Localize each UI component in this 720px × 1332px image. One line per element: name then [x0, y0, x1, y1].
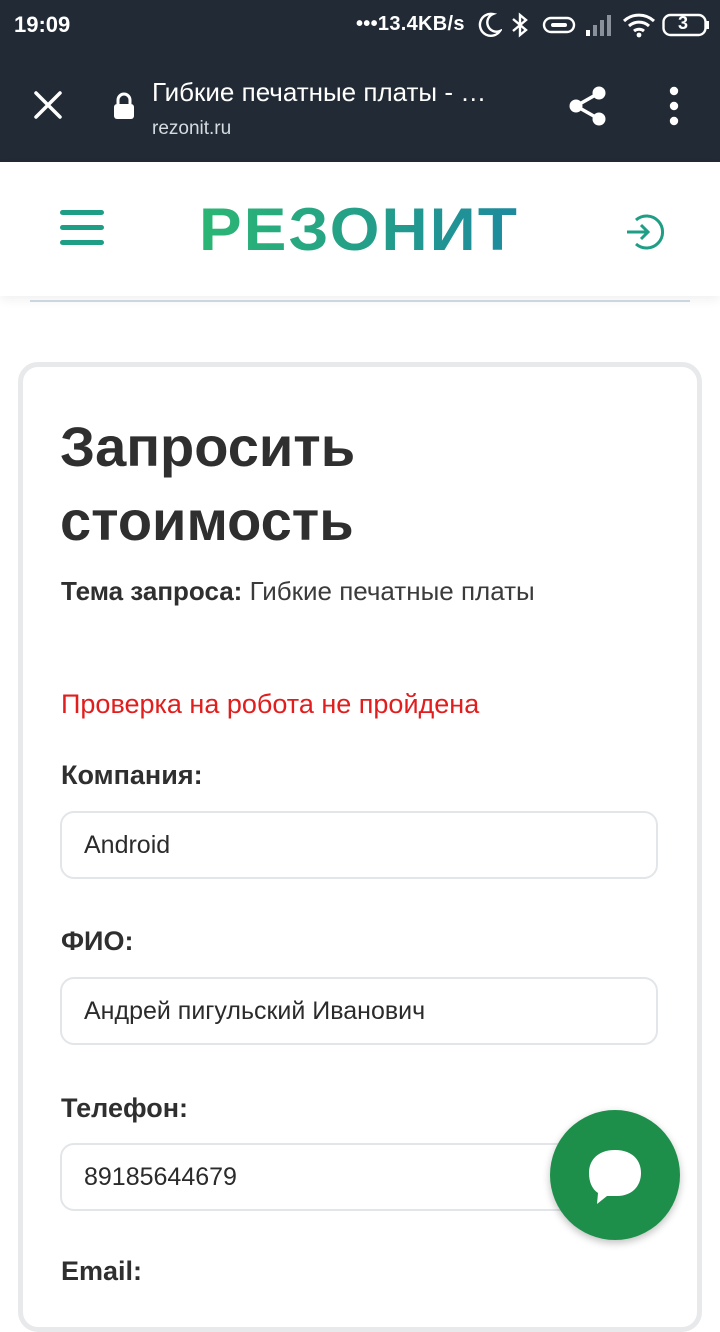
- header-divider: [30, 300, 690, 302]
- subject-value: Гибкие печатные платы: [249, 576, 535, 606]
- subject-label: Тема запроса:: [61, 576, 243, 606]
- close-icon: [34, 91, 62, 119]
- menu-icon: [60, 210, 104, 215]
- fullname-label: ФИО:: [61, 926, 134, 956]
- menu-icon-bar: [60, 225, 104, 230]
- battery-level: 3: [678, 13, 689, 33]
- login-icon: [627, 214, 665, 250]
- page-title: Запросить стоимость: [60, 415, 356, 552]
- wifi-icon: [622, 12, 656, 43]
- share-icon: [569, 86, 606, 126]
- captcha-error-message: Проверка на робота не пройдена: [61, 689, 480, 719]
- browser-toolbar: Гибкие печатные платы - … rezonit.ru: [0, 52, 720, 162]
- chat-button[interactable]: [550, 1110, 680, 1240]
- company-input[interactable]: [60, 811, 658, 879]
- site-header: РЕЗОНИТ: [0, 162, 720, 296]
- battery-icon: 3: [662, 13, 710, 42]
- menu-icon-bar: [60, 240, 104, 245]
- request-subject: Тема запроса: Гибкие печатные платы: [61, 576, 535, 607]
- phone-label: Телефон:: [61, 1093, 189, 1123]
- email-label: Email:: [61, 1256, 143, 1286]
- bluetooth-icon: [510, 12, 530, 43]
- login-button[interactable]: [622, 210, 666, 259]
- site-logo[interactable]: РЕЗОНИТ: [197, 196, 523, 260]
- network-speed: •••13.4KB/s: [356, 13, 465, 35]
- browser-page-title: Гибкие печатные платы - …: [152, 77, 487, 107]
- company-label: Компания:: [61, 760, 203, 790]
- moon-icon: [478, 12, 504, 43]
- signal-icon: [584, 12, 614, 43]
- more-vertical-icon: [669, 86, 679, 126]
- browser-url[interactable]: rezonit.ru: [152, 118, 231, 140]
- status-bar: 19:09 •••13.4KB/s 3: [0, 0, 720, 52]
- close-button[interactable]: [28, 85, 68, 125]
- share-button[interactable]: [566, 84, 610, 133]
- fullname-input[interactable]: [60, 977, 658, 1045]
- logo-text: РЕЗОНИТ: [199, 196, 519, 260]
- chat-bubble-icon: [589, 1150, 641, 1204]
- menu-button[interactable]: [60, 210, 104, 246]
- status-time: 19:09: [14, 12, 71, 37]
- link-icon: [542, 12, 576, 43]
- lock-icon: [113, 92, 135, 125]
- more-menu-button[interactable]: [660, 84, 688, 133]
